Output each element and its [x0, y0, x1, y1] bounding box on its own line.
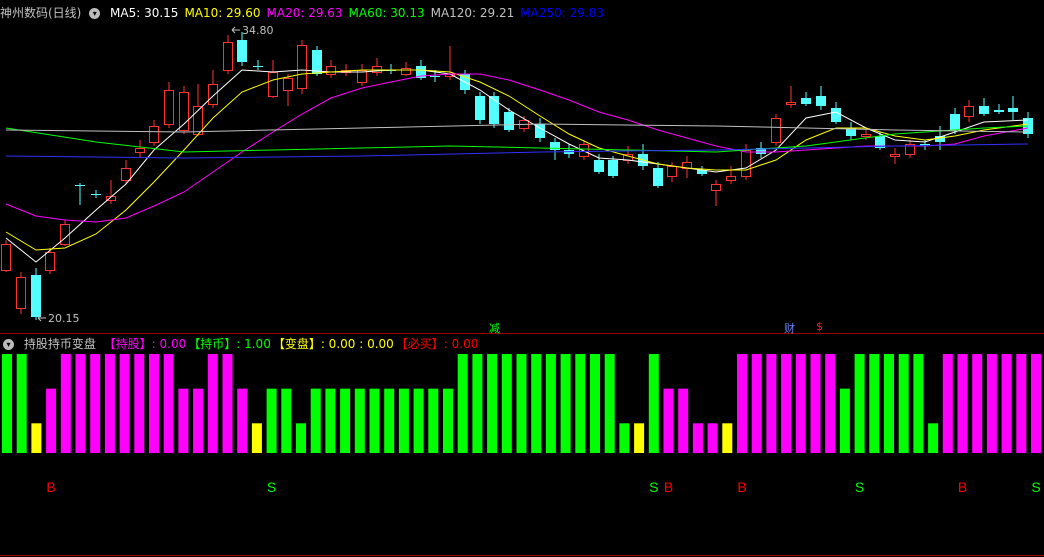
indicator-bar [266, 388, 277, 453]
indicator-bar [854, 354, 865, 453]
indicator-bar [648, 354, 659, 453]
indicator-bar [369, 388, 380, 453]
indicator-bar [134, 354, 145, 453]
indicator-bar [119, 354, 130, 453]
indicator-bar [46, 388, 57, 453]
indicator-bar [443, 388, 453, 453]
indicator-bar [590, 354, 600, 453]
indicator-bar [75, 354, 86, 453]
indicator-bar [678, 388, 689, 453]
indicator-bar [898, 354, 909, 453]
indicator-bar [31, 423, 42, 453]
indicator-bar [707, 423, 718, 453]
signal-label: B [664, 479, 673, 495]
indicator-bar [104, 354, 115, 453]
indicator-bar [457, 354, 468, 453]
indicator-bar [178, 388, 189, 453]
indicator-bar [986, 354, 997, 453]
indicator-bar [398, 388, 409, 453]
indicator-bar [560, 354, 571, 453]
indicator-bar [1001, 354, 1012, 453]
signal-label: S [267, 479, 276, 495]
indicator-bar [942, 354, 953, 453]
indicator-bar [766, 354, 777, 453]
indicator-bar [531, 354, 542, 453]
indicator-bar [722, 423, 733, 453]
indicator-bar [251, 423, 262, 453]
indicator-chart[interactable]: BSSBBSBS [0, 0, 1044, 557]
indicator-bar [663, 388, 674, 453]
indicator-bar [2, 354, 12, 453]
indicator-bar [354, 388, 365, 453]
indicator-bar [60, 354, 71, 453]
indicator-bar [222, 354, 233, 453]
indicator-bar [634, 423, 645, 453]
indicator-bar [1016, 354, 1027, 453]
signal-label: S [649, 479, 658, 495]
indicator-bar [869, 354, 880, 453]
indicator-bar [913, 354, 924, 453]
indicator-bar [972, 354, 983, 453]
indicator-bar [604, 354, 615, 453]
indicator-bar [340, 388, 351, 453]
indicator-bar [149, 354, 159, 453]
indicator-bar [296, 423, 306, 453]
indicator-bar [737, 354, 747, 453]
indicator-bar [957, 354, 968, 453]
indicator-bar [310, 388, 321, 453]
indicator-bar [839, 388, 850, 453]
indicator-bar [884, 354, 894, 453]
indicator-bar [428, 388, 439, 453]
indicator-bar [501, 354, 512, 453]
indicator-bar [163, 354, 174, 453]
signal-label: B [958, 479, 967, 495]
indicator-bar [692, 423, 703, 453]
indicator-bar [193, 388, 204, 453]
indicator-bar [207, 354, 218, 453]
indicator-bar [472, 354, 483, 453]
indicator-bar [810, 354, 821, 453]
indicator-bar [384, 388, 395, 453]
indicator-bar [413, 388, 424, 453]
indicator-bar [1031, 354, 1041, 453]
indicator-bar [16, 354, 27, 453]
indicator-bar [545, 354, 556, 453]
indicator-bar [575, 354, 586, 453]
indicator-bar [781, 354, 792, 453]
indicator-bar [928, 423, 939, 453]
indicator-bar [795, 354, 806, 453]
indicator-bar [751, 354, 762, 453]
indicator-bar [90, 354, 101, 453]
indicator-bar [325, 388, 336, 453]
signal-label: B [737, 479, 746, 495]
indicator-bar [281, 388, 292, 453]
signal-label: S [1031, 479, 1040, 495]
indicator-bar [487, 354, 498, 453]
indicator-bar [825, 354, 836, 453]
indicator-bar [619, 423, 630, 453]
signal-label: B [46, 479, 55, 495]
indicator-bar [237, 388, 248, 453]
indicator-bar [516, 354, 527, 453]
signal-label: S [855, 479, 864, 495]
